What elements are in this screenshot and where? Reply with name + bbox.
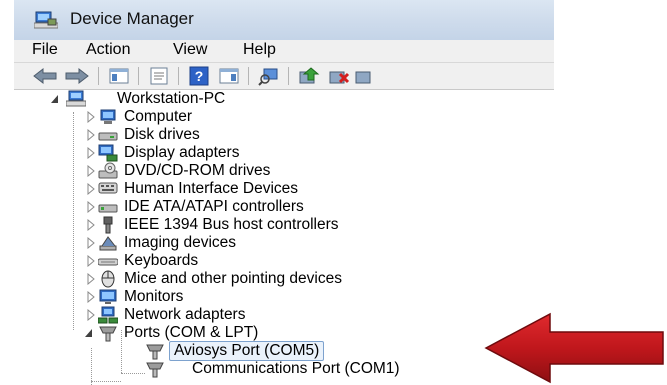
- port-connector-icon: [146, 362, 164, 378]
- action-pane-icon[interactable]: [218, 66, 240, 86]
- tree-item-label: Human Interface Devices: [124, 180, 299, 197]
- computer-icon: [66, 90, 86, 107]
- expand-arrow-icon[interactable]: [86, 309, 96, 321]
- disable-icon[interactable]: [354, 66, 376, 86]
- tree-item-computer[interactable]: Computer: [14, 108, 554, 126]
- mouse-icon: [101, 270, 115, 288]
- collapse-arrow-icon[interactable]: [50, 93, 60, 105]
- tree-item-label: Imaging devices: [124, 234, 237, 251]
- tree-item-keyboards[interactable]: Keyboards: [14, 252, 554, 270]
- update-driver-icon[interactable]: [298, 66, 320, 86]
- tree-root-label: Workstation-PC: [117, 90, 226, 107]
- window-title: Device Manager: [70, 9, 194, 28]
- expand-arrow-icon[interactable]: [86, 165, 96, 177]
- expand-arrow-icon[interactable]: [86, 183, 96, 195]
- tree-root[interactable]: Workstation-PC: [14, 90, 554, 108]
- tree-item-aviosys-port-com5[interactable]: Aviosys Port (COM5): [14, 341, 554, 361]
- tree-item-label: DVD/CD-ROM drives: [124, 162, 271, 179]
- tree-item-monitors[interactable]: Monitors: [14, 288, 554, 306]
- port-connector-icon: [99, 326, 117, 342]
- display-adapter-icon: [98, 144, 118, 162]
- tree-item-label: IEEE 1394 Bus host controllers: [124, 216, 339, 233]
- tree-item-label: Computer: [124, 108, 193, 125]
- tree-connector: [91, 381, 121, 382]
- computer-icon: [100, 109, 116, 124]
- tree-item-label: Display adapters: [124, 144, 240, 161]
- properties-icon[interactable]: [148, 66, 170, 86]
- keyboard-icon: [98, 258, 118, 266]
- menu-bar: File Action View Help: [14, 40, 554, 63]
- tree-item-label: Communications Port (COM1): [192, 360, 400, 377]
- port-connector-icon: [146, 344, 164, 360]
- menu-action[interactable]: Action: [86, 41, 130, 59]
- tree-item-imaging-devices[interactable]: Imaging devices: [14, 234, 554, 252]
- tree-item-label: Mice and other pointing devices: [124, 270, 342, 287]
- toolbar: ?: [14, 63, 554, 90]
- tree-item-ide-ata-atapi-controllers[interactable]: IDE ATA/ATAPI controllers: [14, 198, 554, 216]
- tree-item-label: Keyboards: [124, 252, 199, 269]
- monitor-icon: [99, 289, 117, 304]
- tree-item-ports-com-lpt[interactable]: Ports (COM & LPT): [14, 324, 554, 342]
- disk-drive-icon: [98, 132, 118, 141]
- scan-for-hardware-changes-icon[interactable]: [258, 66, 280, 86]
- device-tree: Workstation-PC Computer Disk drives Disp…: [14, 90, 554, 385]
- tree-item-label: Disk drives: [124, 126, 200, 143]
- forward-icon[interactable]: [64, 66, 90, 86]
- expand-arrow-icon[interactable]: [86, 147, 96, 159]
- toolbar-separator: [248, 67, 249, 85]
- toolbar-separator: [98, 67, 99, 85]
- collapse-arrow-icon[interactable]: [84, 327, 94, 339]
- uninstall-icon[interactable]: [328, 66, 350, 86]
- menu-file[interactable]: File: [32, 41, 58, 59]
- expand-arrow-icon[interactable]: [86, 255, 96, 267]
- expand-arrow-icon[interactable]: [86, 111, 96, 123]
- device-manager-icon: [34, 11, 58, 29]
- tree-item-display-adapters[interactable]: Display adapters: [14, 144, 554, 162]
- expand-arrow-icon[interactable]: [86, 291, 96, 303]
- menu-help[interactable]: Help: [243, 41, 276, 59]
- back-icon[interactable]: [32, 66, 58, 86]
- expand-arrow-icon[interactable]: [86, 201, 96, 213]
- toolbar-separator: [288, 67, 289, 85]
- tree-item-label: Monitors: [124, 288, 184, 305]
- imaging-device-icon: [99, 236, 117, 251]
- title-bar[interactable]: Device Manager: [14, 0, 554, 40]
- expand-arrow-icon[interactable]: [86, 237, 96, 249]
- tree-item-disk-drives[interactable]: Disk drives: [14, 126, 554, 144]
- dvd-drive-icon: [98, 162, 118, 179]
- ide-controller-icon: [98, 204, 118, 213]
- tree-item-mice-and-other-pointing-devices[interactable]: Mice and other pointing devices: [14, 270, 554, 288]
- tree-item-communications-port-com1[interactable]: Communications Port (COM1): [14, 360, 554, 378]
- svg-text:?: ?: [195, 68, 204, 84]
- expand-arrow-icon[interactable]: [86, 219, 96, 231]
- expand-arrow-icon[interactable]: [86, 129, 96, 141]
- tree-item-human-interface-devices[interactable]: Human Interface Devices: [14, 180, 554, 198]
- network-adapter-icon: [98, 306, 118, 324]
- expand-arrow-icon[interactable]: [86, 273, 96, 285]
- toolbar-separator: [178, 67, 179, 85]
- tree-item-network-adapters[interactable]: Network adapters: [14, 306, 554, 324]
- tree-item-dvd-cd-rom-drives[interactable]: DVD/CD-ROM drives: [14, 162, 554, 180]
- tree-item-label: IDE ATA/ATAPI controllers: [124, 198, 304, 215]
- tree-item-label: Network adapters: [124, 306, 246, 323]
- firewire-icon: [103, 216, 113, 234]
- show-hide-console-tree-icon[interactable]: [108, 66, 130, 86]
- tree-item-label: Aviosys Port (COM5): [169, 341, 325, 361]
- red-arrow-annotation: [484, 312, 664, 384]
- toolbar-separator: [138, 67, 139, 85]
- hid-icon: [98, 182, 118, 194]
- tree-item-label: Ports (COM & LPT): [124, 324, 259, 341]
- tree-item-ieee-1394-bus-host-controllers[interactable]: IEEE 1394 Bus host controllers: [14, 216, 554, 234]
- menu-view[interactable]: View: [173, 41, 207, 59]
- help-icon[interactable]: ?: [188, 66, 210, 86]
- device-manager-window: Device Manager File Action View Help ? W…: [14, 0, 554, 385]
